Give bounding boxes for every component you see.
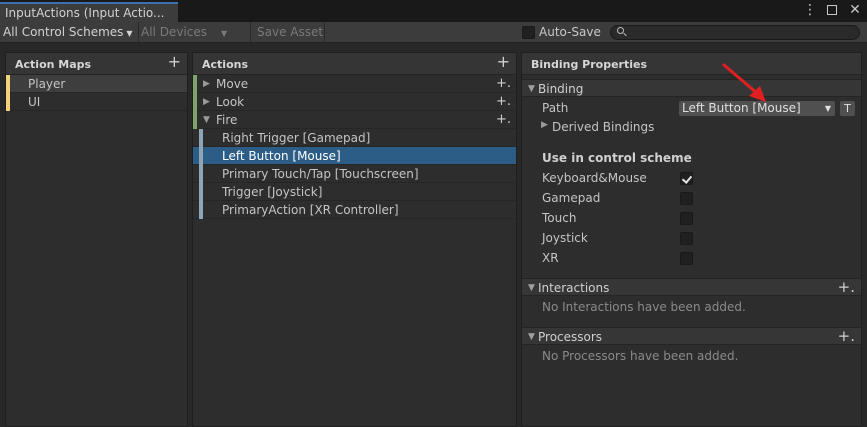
action-maps-panel: Action Maps + Player UI (5, 52, 188, 427)
interactions-section-label: Interactions (538, 281, 610, 295)
action-label: Fire (216, 113, 238, 127)
collapse-arrow-icon[interactable]: ▼ (203, 111, 210, 129)
add-binding-icon[interactable]: +. (496, 111, 511, 129)
actions-header: Actions + (193, 53, 516, 75)
window-tab[interactable]: InputActions (Input Actio... (0, 2, 178, 22)
collapse-arrow-icon: ▼ (528, 84, 535, 94)
binding-item[interactable]: Trigger [Joystick] (193, 183, 516, 201)
collapse-arrow-icon: ▼ (528, 332, 535, 342)
scheme-label-touch: Touch (542, 211, 577, 225)
window-controls: ⋮ ✕ (803, 3, 861, 17)
binding-label: Primary Touch/Tap [Touchscreen] (222, 167, 419, 181)
binding-label: Left Button [Mouse] (222, 149, 341, 163)
chevron-down-icon: ▼ (126, 29, 133, 38)
binding-properties-panel: Binding Properties ▼ Binding Path Left B… (521, 52, 862, 427)
interactions-section-header[interactable]: ▼ Interactions +. (522, 278, 861, 296)
annotation-arrow-icon (722, 63, 766, 102)
expand-arrow-icon[interactable]: ▶ (203, 93, 210, 111)
binding-label: Trigger [Joystick] (222, 185, 323, 199)
processors-empty-text: No Processors have been added. (542, 349, 739, 363)
save-asset-button[interactable]: Save Asset (250, 22, 325, 42)
action-map-item-ui[interactable]: UI (6, 93, 187, 111)
control-schemes-dropdown[interactable]: All Control Schemes ▼ (3, 22, 133, 42)
binding-item-selected[interactable]: Left Button [Mouse] (193, 147, 516, 165)
control-schemes-label: All Control Schemes (3, 25, 124, 39)
auto-save-checkbox[interactable] (522, 25, 535, 39)
action-item-look[interactable]: ▶ Look +. (193, 93, 516, 111)
binding-color-bar (199, 147, 203, 165)
toolbar: All Control Schemes ▼ All Devices ▼ Save A… (0, 22, 867, 43)
scheme-label-joystick: Joystick (542, 231, 588, 245)
action-maps-header: Action Maps + (6, 53, 187, 75)
processors-section-header[interactable]: ▼ Processors +. (522, 327, 861, 345)
close-icon[interactable]: ✕ (849, 3, 861, 17)
derived-bindings-foldout[interactable]: Derived Bindings (552, 120, 654, 134)
devices-label: All Devices (141, 25, 207, 39)
binding-color-bar (199, 201, 203, 219)
kebab-icon[interactable]: ⋮ (803, 3, 817, 17)
binding-color-bar (199, 183, 203, 201)
action-item-move[interactable]: ▶ Move +. (193, 75, 516, 93)
maximize-icon[interactable] (827, 5, 837, 15)
binding-label: Right Trigger [Gamepad] (222, 131, 371, 145)
auto-save-label: Auto-Save (539, 25, 601, 39)
processors-section-label: Processors (538, 330, 603, 344)
binding-item[interactable]: Right Trigger [Gamepad] (193, 129, 516, 147)
actions-title: Actions (202, 58, 248, 71)
binding-color-bar (199, 165, 203, 183)
scheme-checkbox-xr[interactable] (680, 252, 693, 265)
action-map-label: Player (28, 77, 66, 91)
scheme-checkbox-gamepad[interactable] (680, 192, 693, 205)
expand-arrow-icon[interactable]: ▶ (203, 75, 210, 93)
search-icon (617, 27, 624, 34)
control-scheme-heading: Use in control scheme (542, 151, 692, 165)
path-label: Path (542, 101, 569, 115)
collapse-arrow-icon: ▼ (528, 283, 535, 293)
action-color-bar (193, 75, 197, 93)
action-maps-title: Action Maps (15, 58, 92, 71)
devices-dropdown[interactable]: All Devices ▼ (138, 22, 246, 42)
add-binding-icon[interactable]: +. (496, 93, 511, 111)
add-processor-icon[interactable]: +. (838, 327, 855, 345)
action-item-fire[interactable]: ▼ Fire +. (193, 111, 516, 129)
action-map-color-bar (6, 93, 10, 111)
chevron-down-icon: ▼ (824, 104, 831, 113)
scheme-checkbox-touch[interactable] (680, 212, 693, 225)
add-interaction-icon[interactable]: +. (838, 278, 855, 296)
interactions-empty-text: No Interactions have been added. (542, 300, 746, 314)
action-color-bar (193, 111, 197, 129)
scheme-label-xr: XR (542, 251, 559, 265)
binding-label: PrimaryAction [XR Controller] (222, 203, 399, 217)
add-binding-icon[interactable]: +. (496, 75, 511, 93)
search-input[interactable] (610, 25, 860, 40)
scheme-label-keyboard-mouse: Keyboard&Mouse (542, 171, 647, 185)
actions-panel: Actions + ▶ Move +. ▶ Look +. ▼ Fire +. … (192, 52, 517, 427)
action-color-bar (193, 93, 197, 111)
action-label: Move (216, 77, 249, 91)
scheme-checkbox-joystick[interactable] (680, 232, 693, 245)
action-label: Look (216, 95, 245, 109)
binding-item[interactable]: PrimaryAction [XR Controller] (193, 201, 516, 219)
binding-color-bar (199, 129, 203, 147)
expand-arrow-icon[interactable]: ▶ (541, 120, 548, 130)
action-map-label: UI (28, 95, 41, 109)
action-map-color-bar (6, 75, 10, 93)
window-tab-bar: InputActions (Input Actio... ⋮ ✕ (0, 0, 867, 22)
binding-properties-title: Binding Properties (531, 58, 648, 71)
binding-section-label: Binding (538, 82, 584, 96)
binding-item[interactable]: Primary Touch/Tap [Touchscreen] (193, 165, 516, 183)
add-action-map-icon[interactable]: + (168, 54, 181, 70)
action-map-item-player[interactable]: Player (6, 75, 187, 93)
auto-save-toggle[interactable]: Auto-Save (522, 22, 601, 42)
chevron-down-icon: ▼ (220, 29, 228, 38)
binding-properties-header: Binding Properties (522, 53, 861, 75)
scheme-label-gamepad: Gamepad (542, 191, 601, 205)
binding-section-header[interactable]: ▼ Binding (522, 79, 861, 97)
add-action-icon[interactable]: + (497, 54, 510, 70)
text-mode-button[interactable]: T (839, 100, 856, 117)
scheme-checkbox-keyboard-mouse[interactable] (680, 172, 693, 185)
